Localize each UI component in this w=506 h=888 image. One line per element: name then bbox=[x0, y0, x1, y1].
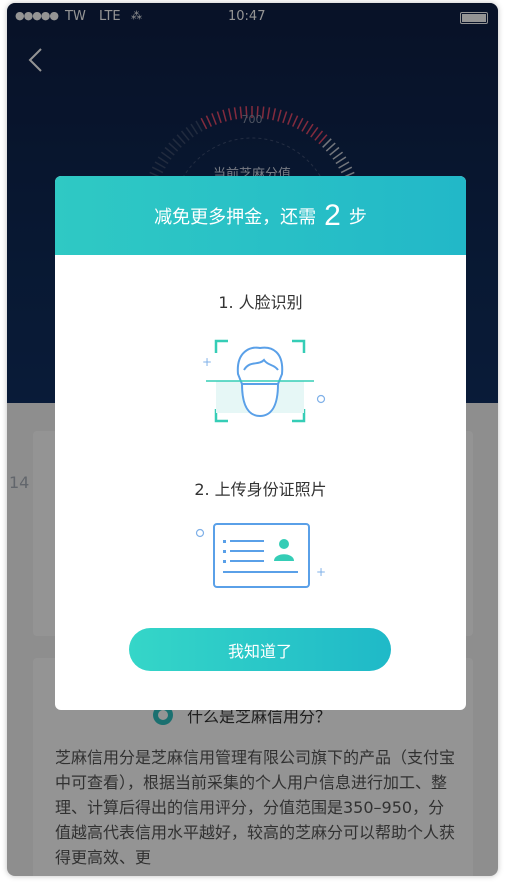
dialog-step-count: 2 bbox=[324, 198, 341, 232]
face-scan-icon: + bbox=[202, 339, 326, 423]
got-it-button[interactable]: 我知道了 bbox=[129, 628, 391, 671]
deposit-steps-dialog: 减免更多押金，还需 2 步 1. 人脸识别 + 2. 上传身份证照片 + 我知道… bbox=[55, 176, 466, 710]
step-upload-id-label: 2. 上传身份证照片 bbox=[194, 480, 327, 499]
dialog-title-prefix: 减免更多押金，还需 bbox=[154, 206, 317, 228]
svg-text:+: + bbox=[202, 355, 212, 369]
dialog-header: 减免更多押金，还需 2 步 bbox=[55, 176, 466, 255]
id-card-icon: + bbox=[195, 523, 326, 588]
svg-text:+: + bbox=[316, 565, 326, 579]
step-face-recognition-label: 1. 人脸识别 bbox=[218, 293, 303, 312]
phone-screen: ●●●●● TW LTE ⁂ 10:47 700 当前芝麻分值 14 什么是芝麻… bbox=[7, 3, 498, 876]
dialog-title-suffix: 步 bbox=[348, 206, 367, 228]
